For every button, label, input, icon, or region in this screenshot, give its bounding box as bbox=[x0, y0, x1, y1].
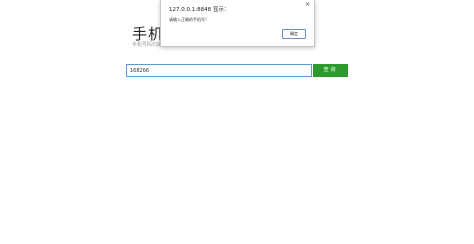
ok-button[interactable]: 确定 bbox=[282, 29, 306, 39]
alert-dialog: 127.0.0.1:8848 显示： × 请输入正确的手机号！ 确定 bbox=[160, 0, 315, 47]
query-button[interactable]: 查询 bbox=[313, 64, 348, 77]
alert-origin-text: 127.0.0.1:8848 显示： bbox=[169, 7, 230, 13]
alert-message: 请输入正确的手机号！ bbox=[169, 17, 209, 22]
page-subtitle: 手机号码归属 bbox=[132, 42, 163, 48]
close-icon[interactable]: × bbox=[305, 2, 310, 8]
phone-number-input[interactable] bbox=[126, 64, 312, 77]
